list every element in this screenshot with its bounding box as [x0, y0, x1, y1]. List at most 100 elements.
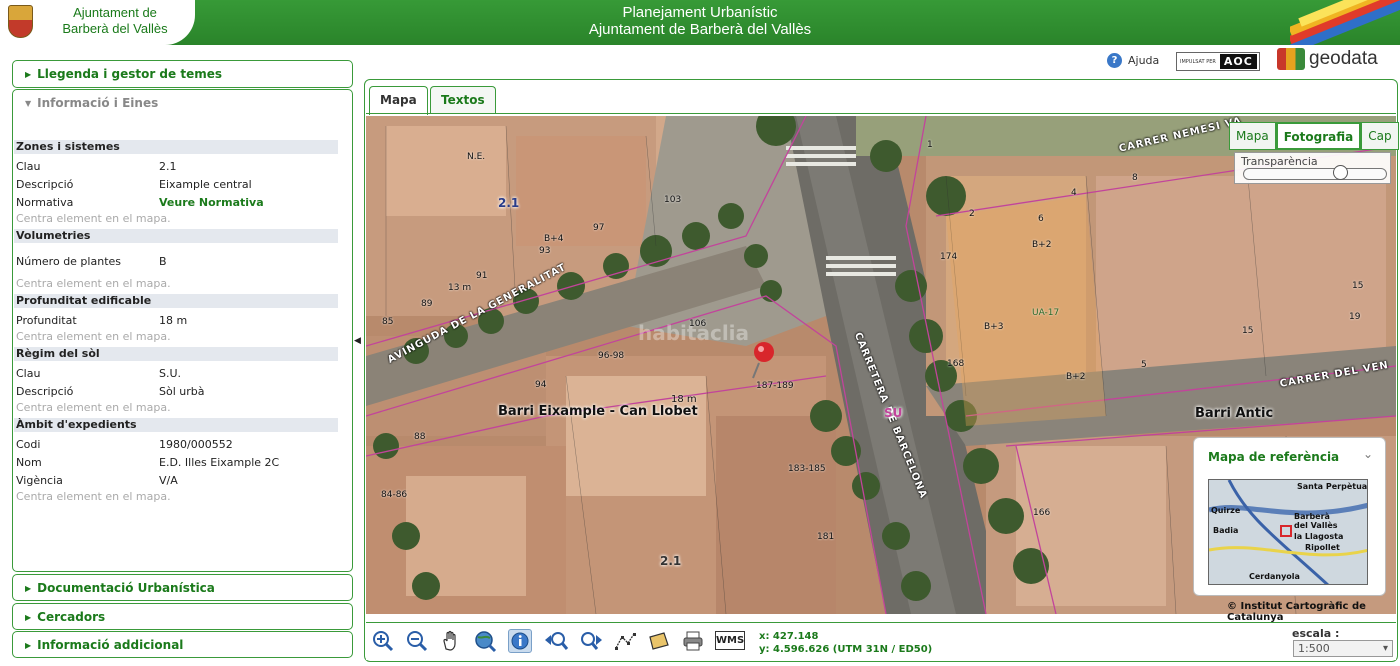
- coordinate-x: x: 427.148: [759, 631, 819, 642]
- geodata-text: geodata: [1309, 48, 1378, 69]
- accordion-legend[interactable]: ▶ Llegenda i gestor de temes: [12, 60, 353, 88]
- parcel-number: 97: [593, 223, 605, 233]
- tab-map[interactable]: Mapa: [369, 86, 428, 115]
- height-label: B+2: [1032, 240, 1052, 250]
- logo-text: Ajuntament de Barberà del Vallès: [40, 5, 190, 37]
- scale-label: escala :: [1292, 627, 1340, 640]
- pan-button[interactable]: [439, 629, 463, 653]
- info-row: Normativa Veure Normativa: [14, 193, 338, 211]
- accordion-extra-info-header[interactable]: ▶ Informació addicional: [13, 632, 352, 659]
- info-key: Codi: [16, 437, 41, 451]
- title-line-2: Ajuntament de Barberà del Vallès: [588, 21, 812, 38]
- center-element-link[interactable]: Centra element en el mapa.: [14, 211, 338, 229]
- accordion-urban-docs[interactable]: ▶ Documentació Urbanística: [12, 574, 353, 601]
- logo-line-2: Barberà del Vallès: [62, 21, 168, 36]
- layer-switcher: Mapa Fotografia Cap: [1229, 122, 1399, 150]
- info-row: Descripció Sòl urbà: [14, 382, 338, 400]
- tab-texts[interactable]: Textos: [430, 86, 496, 114]
- full-extent-button[interactable]: [473, 629, 497, 653]
- section-zones-title: Zones i sistemes: [14, 140, 338, 154]
- parcel-number: 94: [535, 380, 547, 390]
- parcel-number: 89: [421, 299, 433, 309]
- height-label: B+2: [1066, 372, 1086, 382]
- reference-map-image[interactable]: Santa Perpètua Quirze Barberà del Vallès…: [1208, 479, 1368, 585]
- accordion-extra-info[interactable]: ▶ Informació addicional: [12, 631, 353, 658]
- place-label: Ripollet: [1305, 543, 1340, 552]
- geodata-mark-icon: [1277, 48, 1305, 70]
- collapse-panel-icon[interactable]: ◀: [354, 336, 361, 346]
- parcel-number: 84-86: [381, 490, 408, 500]
- center-element-link[interactable]: Centra element en el mapa.: [14, 400, 338, 418]
- info-value: V/A: [159, 473, 178, 487]
- info-icon: [511, 632, 529, 650]
- accordion-search-header[interactable]: ▶ Cercadors: [13, 604, 352, 631]
- accordion-urban-docs-header[interactable]: ▶ Documentació Urbanística: [13, 575, 352, 602]
- center-element-link[interactable]: Centra element en el mapa.: [14, 329, 338, 347]
- info-value: B: [159, 254, 167, 268]
- parcel-number: 15: [1352, 281, 1364, 291]
- copyright-notice: © Institut Cartogràfic de Catalunya: [1227, 601, 1366, 623]
- layer-none-button[interactable]: Cap: [1361, 122, 1399, 150]
- zoom-in-button[interactable]: [371, 629, 395, 653]
- print-icon: [683, 631, 703, 651]
- layer-photo-button[interactable]: Fotografia: [1275, 122, 1362, 150]
- section-depth-title: Profunditat edificable: [14, 294, 338, 308]
- rainbow-decoration: [1290, 0, 1400, 45]
- accordion-urban-docs-label: Documentació Urbanística: [37, 581, 215, 595]
- depth-label: 18 m: [671, 394, 697, 405]
- coat-of-arms-icon: [8, 5, 33, 38]
- zoom-in-icon: [373, 631, 394, 652]
- help-link[interactable]: ? Ajuda: [1107, 53, 1159, 68]
- info-value: S.U.: [159, 366, 182, 380]
- parcel-number: 85: [382, 317, 394, 327]
- zone-label: 2.1: [498, 196, 520, 210]
- info-key: Normativa: [16, 195, 74, 209]
- triangle-down-icon: ▼: [25, 99, 32, 108]
- info-value: 1980/000552: [159, 437, 233, 451]
- tab-divider: [366, 113, 1396, 114]
- aoc-logo[interactable]: IMPULSAT PER AOC: [1176, 52, 1260, 71]
- transparency-slider[interactable]: [1243, 168, 1387, 180]
- chevron-down-icon[interactable]: ⌄: [1363, 447, 1373, 461]
- reference-map-panel: Mapa de referència ⌄ Santa Perpètua Quir…: [1193, 437, 1386, 596]
- municipality-logo[interactable]: Ajuntament de Barberà del Vallès: [0, 0, 195, 45]
- info-panel-body: Zones i sistemes Clau 2.1 Descripció Eixam…: [14, 140, 338, 507]
- place-label: Cerdanyola: [1249, 572, 1300, 581]
- previous-view-button[interactable]: [543, 629, 569, 653]
- globe-zoom-icon: [475, 631, 497, 653]
- info-button[interactable]: [508, 629, 532, 653]
- accordion-search[interactable]: ▶ Cercadors: [12, 603, 353, 630]
- info-value: E.D. Illes Eixample 2C: [159, 455, 280, 469]
- accordion-legend-header[interactable]: ▶ Llegenda i gestor de temes: [13, 61, 352, 88]
- zoom-out-icon: [407, 631, 428, 652]
- zoom-out-button[interactable]: [405, 629, 429, 653]
- info-key: Descripció: [16, 177, 74, 191]
- transparency-label: Transparència: [1241, 155, 1318, 168]
- parcel-number: 93: [539, 246, 551, 256]
- center-element-link[interactable]: Centra element en el mapa.: [14, 276, 338, 294]
- zoom-next-icon: [581, 632, 602, 650]
- layer-map-button[interactable]: Mapa: [1229, 122, 1276, 150]
- reference-map-title: Mapa de referència: [1208, 450, 1340, 464]
- aoc-logo-text: AOC: [1219, 54, 1257, 69]
- ua-label: UA-17: [1032, 308, 1060, 318]
- view-regulation-link[interactable]: Veure Normativa: [159, 196, 338, 209]
- print-button[interactable]: [681, 629, 705, 653]
- measure-area-button[interactable]: [647, 629, 671, 653]
- neighborhood-label: Barri Antic: [1195, 406, 1274, 421]
- parcel-number-selected: 187-189: [756, 381, 794, 391]
- geodata-logo[interactable]: geodata: [1277, 48, 1378, 70]
- measure-distance-button[interactable]: [613, 629, 637, 653]
- accordion-info-header[interactable]: ▼ Informació i Eines: [13, 90, 352, 117]
- next-view-button[interactable]: [578, 629, 602, 653]
- parcel-number: 106: [689, 319, 707, 329]
- title-line-1: Planejament Urbanístic: [622, 4, 778, 21]
- parcel-number: 2: [969, 209, 975, 219]
- center-element-link[interactable]: Centra element en el mapa.: [14, 489, 338, 507]
- help-icon: ?: [1107, 53, 1122, 68]
- info-row: Vigència V/A: [14, 471, 338, 489]
- wms-button[interactable]: WMS: [715, 629, 745, 653]
- scale-select[interactable]: 1:500: [1293, 640, 1393, 657]
- map-toolbar: WMS x: 427.148 y: 4.596.626 (UTM 31N / E…: [366, 622, 1396, 660]
- parcel-number: 166: [1033, 508, 1051, 518]
